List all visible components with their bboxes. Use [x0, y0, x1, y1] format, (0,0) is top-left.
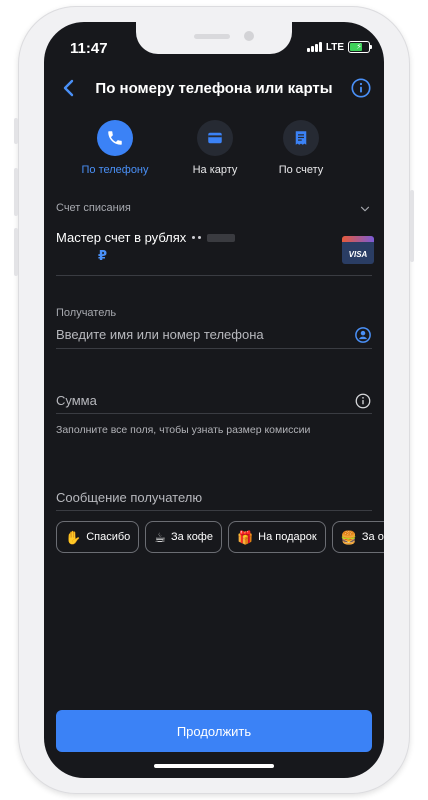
divider — [56, 510, 372, 511]
notch — [136, 22, 292, 54]
tab-to-card[interactable]: На карту — [170, 120, 260, 176]
chip-lunch[interactable]: 🍔 За обед — [331, 521, 384, 553]
gift-icon: 🎁 — [236, 529, 254, 545]
chevron-down-icon[interactable] — [358, 202, 372, 216]
divider — [56, 348, 372, 349]
chip-label: Спасибо — [86, 531, 131, 543]
network-type: LTE — [325, 41, 344, 53]
receipt-icon-wrap — [283, 120, 319, 156]
account-name: Мастер счет в рублях — [56, 230, 187, 245]
info-circle-icon[interactable] — [350, 77, 372, 99]
phone-icon — [108, 131, 122, 145]
recipient-label: Получатель — [56, 307, 117, 319]
tab-label: По телефону — [81, 164, 149, 176]
page-title: По номеру телефона или карты — [95, 80, 333, 97]
front-camera — [244, 31, 254, 41]
tab-by-phone[interactable]: По телефону — [70, 120, 160, 176]
debit-account-selector[interactable]: Мастер счет в рублях — [56, 230, 236, 245]
currency-symbol: ₽ — [98, 248, 108, 263]
coffee-icon: ☕ — [154, 529, 166, 545]
amount-input[interactable] — [56, 393, 346, 408]
signal-icon — [306, 42, 322, 52]
status-indicators: LTE ⚡ — [306, 41, 372, 53]
card-icon-wrap — [197, 120, 233, 156]
status-time: 11:47 — [70, 40, 108, 57]
chip-label: За обед — [361, 531, 384, 543]
chip-gift[interactable]: 🎁 На подарок — [227, 521, 326, 553]
battery-charging-icon: ⚡ — [348, 41, 372, 53]
recipient-row — [56, 326, 372, 348]
home-indicator — [154, 764, 274, 768]
mute-switch — [14, 118, 18, 144]
receipt-icon — [295, 131, 307, 145]
debit-account-label: Счет списания — [56, 202, 131, 214]
commission-hint: Заполните все поля, чтобы узнать размер … — [56, 424, 311, 436]
divider — [56, 275, 372, 276]
card-thumbnail: VISA — [342, 236, 374, 264]
amount-row — [56, 392, 372, 414]
message-input[interactable] — [56, 490, 346, 505]
tab-label: По счету — [278, 164, 324, 176]
recipient-input[interactable] — [56, 327, 346, 342]
chip-label: За кофе — [170, 531, 213, 543]
volume-up-button — [14, 168, 18, 216]
contact-icon[interactable] — [354, 326, 372, 344]
info-circle-icon[interactable] — [354, 392, 372, 410]
quick-message-chips: ✋ Спасибо ☕ За кофе 🎁 На подарок 🍔 За об… — [56, 521, 384, 553]
masked-account-number — [207, 233, 236, 242]
chip-label: На подарок — [258, 531, 317, 543]
phone-icon-wrap — [97, 120, 133, 156]
card-icon — [208, 132, 222, 144]
power-button — [410, 190, 414, 262]
transfer-mode-tabs: По телефону На карту По счету — [44, 120, 384, 180]
hand-icon: ✋ — [65, 529, 82, 545]
speaker — [194, 34, 230, 39]
tab-label: На карту — [192, 164, 238, 176]
chip-coffee[interactable]: ☕ За кофе — [145, 521, 222, 553]
continue-button[interactable]: Продолжить — [56, 710, 372, 752]
nav-bar: По номеру телефона или карты — [44, 74, 384, 104]
message-row — [56, 489, 372, 511]
app-screen: 11:47 LTE ⚡ По номеру телефона или карты — [44, 22, 384, 778]
masked-dots — [192, 236, 202, 239]
burger-icon: 🍔 — [340, 529, 357, 545]
divider — [56, 413, 372, 414]
volume-down-button — [14, 228, 18, 276]
card-brand: VISA — [348, 250, 368, 259]
chip-thanks[interactable]: ✋ Спасибо — [56, 521, 140, 553]
tab-by-account[interactable]: По счету — [256, 120, 346, 176]
